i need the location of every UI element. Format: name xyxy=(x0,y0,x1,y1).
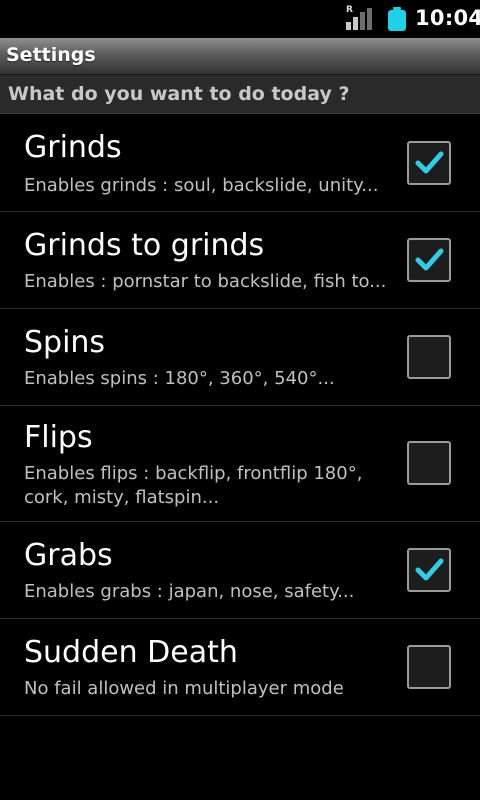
roaming-badge: R xyxy=(346,5,353,15)
grabs-checkbox[interactable] xyxy=(407,548,451,592)
pref-item-grinds[interactable]: Grinds Enables grinds : soul, backslide,… xyxy=(0,114,480,212)
pref-title: Sudden Death xyxy=(24,635,238,670)
spins-checkbox[interactable] xyxy=(407,335,451,379)
pref-item-grabs[interactable]: Grabs Enables grabs : japan, nose, safet… xyxy=(0,522,480,619)
page-title: Settings xyxy=(6,44,96,66)
pref-summary: Enables spins : 180°, 360°, 540°... xyxy=(24,368,335,389)
pref-item-flips[interactable]: Flips Enables flips : backflip, frontfli… xyxy=(0,406,480,522)
pref-item-sudden-death[interactable]: Sudden Death No fail allowed in multipla… xyxy=(0,619,480,716)
pref-item-spins[interactable]: Spins Enables spins : 180°, 360°, 540°..… xyxy=(0,309,480,406)
flips-checkbox[interactable] xyxy=(407,441,451,485)
pref-title: Spins xyxy=(24,325,106,360)
pref-title: Grinds xyxy=(24,130,122,165)
status-clock: 10:04 xyxy=(415,6,480,30)
pref-item-grinds-to-grinds[interactable]: Grinds to grinds Enables : pornstar to b… xyxy=(0,212,480,309)
signal-strength-icon: R xyxy=(344,5,372,30)
category-label: What do you want to do today ? xyxy=(8,83,350,105)
pref-summary: Enables flips : backflip, frontflip 180°… xyxy=(24,463,363,508)
title-bar: Settings xyxy=(0,38,480,75)
checkmark-icon xyxy=(415,151,444,174)
pref-summary: Enables grabs : japan, nose, safety... xyxy=(24,581,355,602)
pref-summary: Enables grinds : soul, backslide, unity.… xyxy=(24,175,379,196)
pref-title: Grinds to grinds xyxy=(24,228,265,263)
checkmark-icon xyxy=(415,248,444,271)
grinds-checkbox[interactable] xyxy=(407,141,451,185)
grinds-to-grinds-checkbox[interactable] xyxy=(407,238,451,282)
pref-title: Flips xyxy=(24,420,93,455)
category-header: What do you want to do today ? xyxy=(0,75,480,114)
sudden-death-checkbox[interactable] xyxy=(407,645,451,689)
battery-icon xyxy=(387,7,407,31)
pref-title: Grabs xyxy=(24,538,113,573)
pref-summary: Enables : pornstar to backslide, fish to… xyxy=(24,271,387,292)
pref-summary: No fail allowed in multiplayer mode xyxy=(24,678,344,699)
checkmark-icon xyxy=(415,558,444,581)
status-bar: R 10:04 xyxy=(0,0,480,38)
